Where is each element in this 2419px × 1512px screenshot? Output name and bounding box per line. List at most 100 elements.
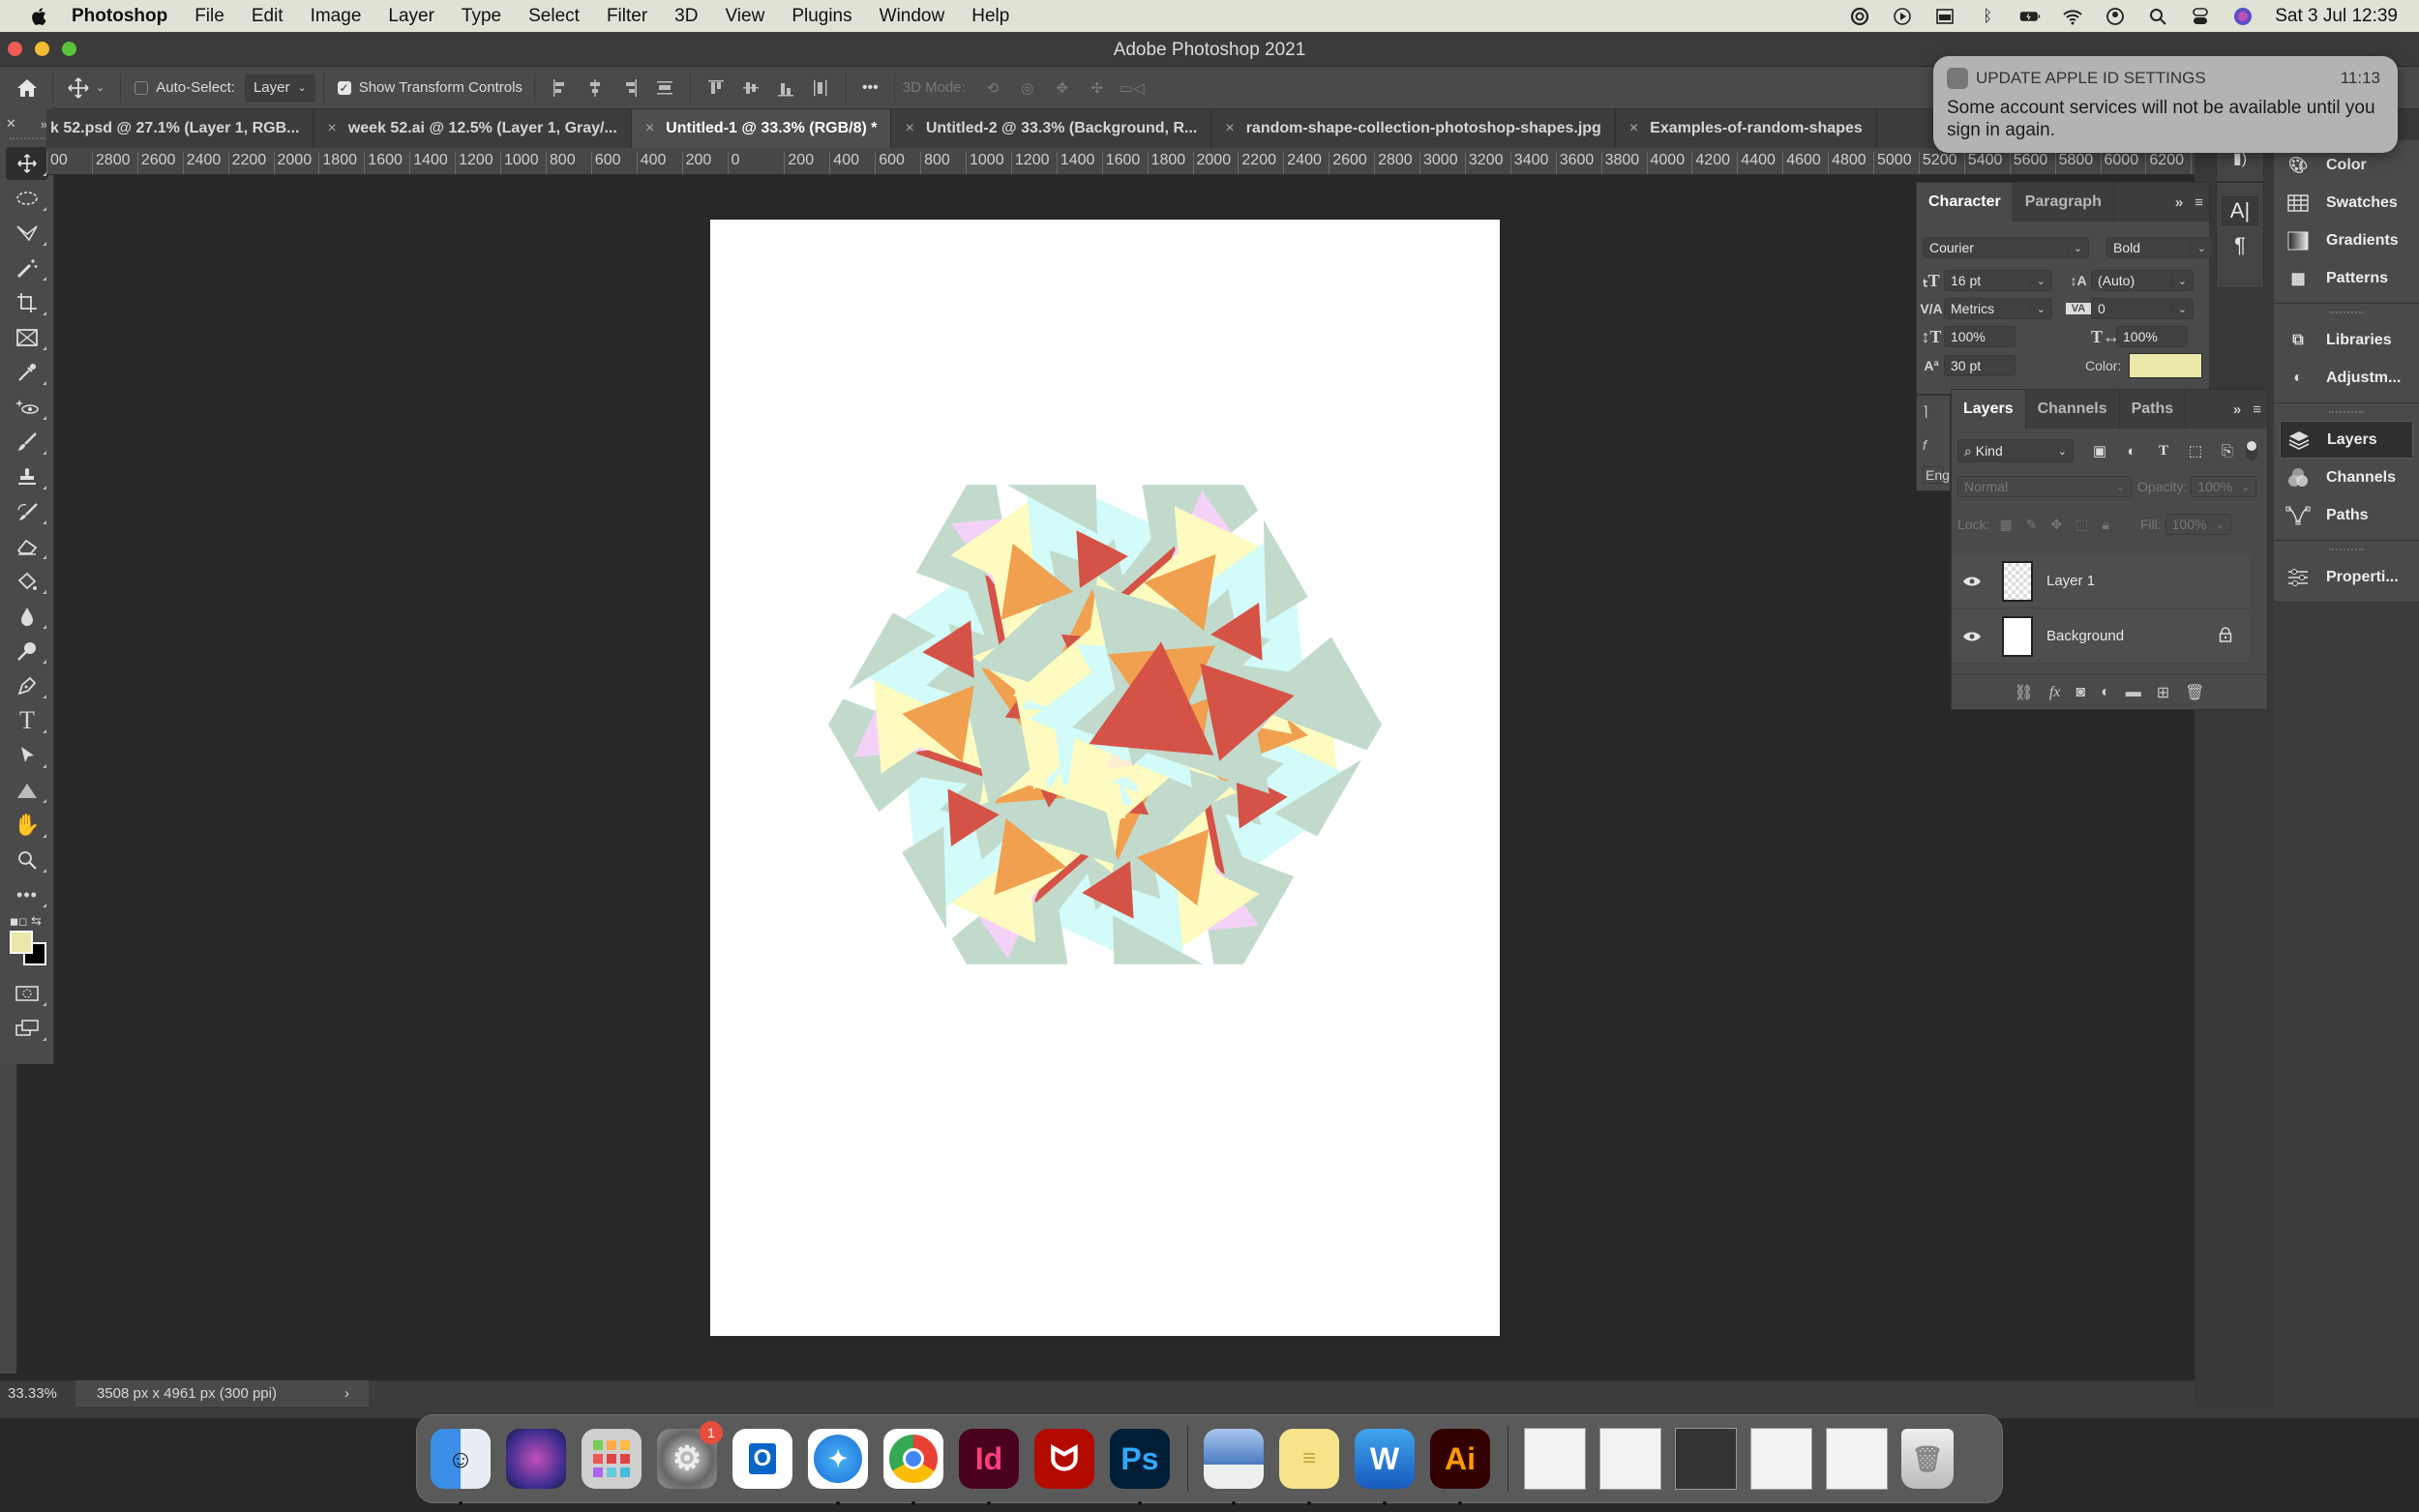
layer-name[interactable]: Background bbox=[2046, 628, 2219, 644]
filter-type-icon[interactable]: T bbox=[2153, 440, 2174, 461]
hand-tool[interactable]: ✋ bbox=[6, 809, 48, 842]
dock-app-system-preferences[interactable]: ⚙ 1 bbox=[657, 1421, 723, 1489]
status-menu-arrow[interactable]: › bbox=[344, 1385, 349, 1402]
dock-app-finder[interactable]: ☺ bbox=[431, 1429, 491, 1505]
dock-app-word[interactable]: W bbox=[1355, 1429, 1415, 1505]
font-size-field[interactable]: 16 pt ⌄ bbox=[1944, 270, 2052, 291]
doc-tab[interactable]: × Examples-of-random-shapes bbox=[1616, 109, 1877, 148]
menu-view[interactable]: View bbox=[725, 6, 764, 27]
filter-adjustment-icon[interactable]: ◐ bbox=[2121, 440, 2142, 461]
path-selection-tool[interactable] bbox=[6, 739, 48, 772]
tab-layers[interactable]: Layers bbox=[1952, 390, 2026, 429]
apple-menu-icon[interactable] bbox=[29, 6, 50, 27]
swap-colors-icon[interactable]: ⇆ bbox=[31, 913, 42, 929]
menu-type[interactable]: Type bbox=[462, 6, 501, 27]
crop-tool[interactable] bbox=[6, 286, 48, 319]
panel-collapse-icon[interactable]: » bbox=[2169, 194, 2189, 211]
menu-filter[interactable]: Filter bbox=[607, 6, 647, 27]
dock-app-launchpad[interactable] bbox=[582, 1429, 642, 1489]
dock-trash[interactable]: 🗑︎ bbox=[1901, 1429, 1954, 1489]
lock-all-icon[interactable]: 🔒︎ bbox=[2102, 517, 2108, 533]
layer-row-layer-1[interactable]: Layer 1 bbox=[1952, 554, 2250, 608]
home-icon[interactable] bbox=[14, 74, 41, 102]
add-mask-icon[interactable]: ◙ bbox=[2076, 684, 2085, 701]
distribute-vertical-icon[interactable] bbox=[651, 74, 678, 102]
siri-icon[interactable] bbox=[2232, 7, 2254, 26]
tab-paragraph[interactable]: Paragraph bbox=[2014, 183, 2114, 222]
lock-transparent-icon[interactable]: ▦ bbox=[1999, 517, 2012, 533]
visibility-eye-icon[interactable] bbox=[1952, 576, 1992, 587]
layer-lock-icon[interactable] bbox=[2219, 626, 2232, 646]
document-info[interactable]: 3508 px x 4961 px (300 ppi) › bbox=[75, 1380, 369, 1407]
panel-collapse-icon[interactable]: » bbox=[2227, 401, 2247, 418]
notification-banner[interactable]: UPDATE APPLE ID SETTINGS 11:13 Some acco… bbox=[1933, 56, 2398, 153]
align-vertical-centers-icon[interactable] bbox=[737, 74, 764, 102]
menu-file[interactable]: File bbox=[194, 6, 224, 27]
canvas-area[interactable] bbox=[54, 175, 2195, 1379]
kerning-select[interactable]: Metrics ⌄ bbox=[1944, 298, 2052, 319]
dock-item-properties[interactable]: Properti... bbox=[2274, 558, 2419, 596]
lock-position-icon[interactable]: ✥ bbox=[2050, 517, 2062, 533]
tracking-field[interactable]: 0 ⌄ bbox=[2091, 298, 2194, 319]
filter-shape-icon[interactable]: ⬚ bbox=[2185, 440, 2206, 461]
horizontal-scale-field[interactable]: 100% bbox=[2116, 326, 2188, 347]
dock-app-outlook[interactable]: O bbox=[732, 1429, 792, 1489]
filter-smart-object-icon[interactable]: ⎘ bbox=[2217, 440, 2238, 461]
dock-item-adjustments[interactable]: ◐ Adjustm... bbox=[2274, 359, 2419, 397]
doc-tab[interactable]: × week 52.ai @ 12.5% (Layer 1, Gray/... bbox=[314, 109, 632, 148]
dock-recent-document[interactable] bbox=[1826, 1428, 1888, 1490]
align-right-edges-icon[interactable] bbox=[616, 74, 643, 102]
lock-image-icon[interactable]: ✎ bbox=[2026, 517, 2038, 533]
menu-layer[interactable]: Layer bbox=[388, 6, 434, 27]
eyedropper-tool[interactable] bbox=[6, 356, 48, 389]
eraser-tool[interactable] bbox=[6, 530, 48, 563]
default-colors-icon[interactable]: ◼◻ bbox=[10, 915, 27, 928]
document-canvas[interactable] bbox=[710, 220, 1500, 1336]
dock-item-paths[interactable]: Paths bbox=[2274, 496, 2419, 534]
align-horizontal-centers-icon[interactable] bbox=[582, 74, 609, 102]
creative-cloud-icon[interactable] bbox=[1849, 7, 1870, 26]
new-layer-icon[interactable]: ⊞ bbox=[2157, 683, 2169, 702]
menu-photoshop[interactable]: Photoshop bbox=[72, 6, 167, 27]
paragraph-panel-icon[interactable]: ¶ bbox=[2217, 233, 2263, 258]
dock-item-patterns[interactable]: ▩ Patterns bbox=[2274, 259, 2419, 297]
move-tool-preset-icon[interactable] bbox=[65, 74, 92, 102]
dock-item-libraries[interactable]: ⧉ Libraries bbox=[2274, 321, 2419, 359]
quick-mask-icon[interactable] bbox=[6, 977, 48, 1010]
3d-scale-camera-icon[interactable]: ▭◁ bbox=[1119, 74, 1146, 102]
dock-recent-document[interactable] bbox=[1750, 1428, 1812, 1490]
ruler-horizontal[interactable]: 00 2800 2600 2400 2200 2000 1800 1600 1400 1200 10… bbox=[46, 148, 2195, 175]
character-panel-icon[interactable]: A| bbox=[2222, 196, 2258, 225]
panel-menu-icon[interactable]: ≡ bbox=[2247, 401, 2267, 418]
dock-app-illustrator[interactable]: Ai bbox=[1430, 1429, 1490, 1505]
dock-recent-document[interactable] bbox=[1599, 1428, 1661, 1490]
screen-capture-icon[interactable] bbox=[1934, 7, 1956, 26]
doc-tab[interactable]: k 52.psd @ 27.1% (Layer 1, RGB... bbox=[46, 109, 314, 148]
menu-help[interactable]: Help bbox=[971, 6, 1009, 27]
lock-artboard-icon[interactable]: ⬚ bbox=[2076, 517, 2088, 533]
wifi-icon[interactable] bbox=[2062, 7, 2083, 26]
show-transform-controls-checkbox[interactable]: ✓ bbox=[337, 80, 351, 95]
user-icon[interactable] bbox=[2105, 7, 2126, 26]
pen-tool[interactable] bbox=[6, 669, 48, 702]
font-style-select[interactable]: Bold ⌄ bbox=[2106, 237, 2213, 258]
menu-select[interactable]: Select bbox=[528, 6, 580, 27]
healing-brush-tool[interactable] bbox=[6, 391, 48, 424]
dock-app-notes[interactable]: ≡ bbox=[1279, 1429, 1339, 1505]
opacity-field[interactable]: 100% ⌄ bbox=[2191, 476, 2257, 497]
vertical-scale-field[interactable]: 100% bbox=[1944, 326, 2016, 347]
panel-menu-icon[interactable]: ≡ bbox=[2189, 194, 2209, 211]
edit-toolbar-icon[interactable]: ••• bbox=[6, 878, 48, 911]
layer-row-background[interactable]: Background bbox=[1952, 609, 2250, 664]
auto-select-checkbox[interactable] bbox=[134, 80, 149, 95]
preset-chevron-icon[interactable]: ⌄ bbox=[96, 81, 105, 94]
type-tool[interactable]: T bbox=[6, 704, 48, 737]
tab-character[interactable]: Character bbox=[1917, 183, 2014, 222]
shape-tool[interactable] bbox=[6, 774, 48, 807]
ruler-vertical[interactable] bbox=[0, 1064, 17, 1374]
bluetooth-icon[interactable]: ᛒ bbox=[1977, 7, 1998, 26]
align-left-edges-icon[interactable] bbox=[547, 74, 574, 102]
close-tab-icon[interactable]: × bbox=[327, 120, 336, 137]
clone-stamp-tool[interactable] bbox=[6, 460, 48, 493]
close-tab-icon[interactable]: × bbox=[645, 120, 654, 137]
